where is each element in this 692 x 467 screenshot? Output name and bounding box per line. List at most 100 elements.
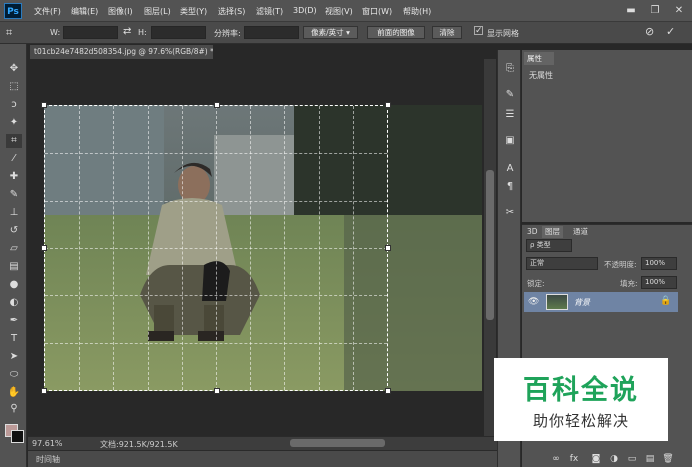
menu-edit[interactable]: 编辑(E) (71, 6, 98, 17)
crop-handle-bottom[interactable] (214, 388, 220, 394)
marquee-tool-icon[interactable]: ⬚ (6, 80, 22, 94)
properties-tab[interactable]: 属性 (524, 52, 554, 65)
eyedropper-icon[interactable]: ⁄ (6, 152, 22, 166)
status-bar: 97.61% 文档:921.5K/921.5K (28, 436, 497, 450)
vertical-scroll-thumb[interactable] (486, 170, 494, 320)
crop-handle-top-left[interactable] (41, 102, 47, 108)
crop-handle-bottom-left[interactable] (41, 388, 47, 394)
front-image-button[interactable]: 前面的图像 (367, 26, 425, 39)
menu-image[interactable]: 图像(I) (108, 6, 133, 17)
menu-filter[interactable]: 滤镜(T) (256, 6, 283, 17)
crop-handle-top[interactable] (214, 102, 220, 108)
menu-layer[interactable]: 图层(L) (144, 6, 171, 17)
width-input[interactable] (63, 26, 118, 39)
zoom-level[interactable]: 97.61% (32, 439, 63, 448)
crop-handle-right[interactable] (385, 245, 391, 251)
tab-channels[interactable]: 通道 (570, 226, 591, 238)
fill-input[interactable]: 100% (641, 276, 677, 289)
opacity-input[interactable]: 100% (641, 257, 677, 270)
blur-tool-icon[interactable]: ● (6, 278, 22, 292)
height-input[interactable] (151, 26, 206, 39)
tab-layers[interactable]: 图层 (542, 226, 563, 238)
history-brush-icon[interactable]: ↺ (6, 224, 22, 238)
layer-name[interactable]: 背景 (574, 297, 590, 308)
zoom-tool-icon[interactable]: ⚲ (6, 402, 22, 416)
opacity-label: 不透明度: (604, 260, 637, 269)
brush-panel-icon[interactable]: ✎ (503, 88, 517, 102)
menu-help[interactable]: 帮助(H) (403, 6, 431, 17)
link-layers-icon[interactable]: ∞ (550, 454, 562, 465)
shape-tool-icon[interactable]: ⬭ (6, 368, 22, 382)
visibility-eye-icon[interactable]: 👁 (528, 297, 539, 307)
show-grid-checkbox[interactable]: ✓ (474, 26, 483, 36)
document-title: t01cb24e7482d508354.jpg @ 97.6%(RGB/8#) … (34, 47, 213, 56)
cancel-icon[interactable]: ⊘ (645, 25, 654, 38)
menu-window[interactable]: 窗口(W) (362, 6, 392, 17)
layer-thumbnail (546, 294, 568, 310)
crop-handle-top-right[interactable] (385, 102, 391, 108)
healing-brush-icon[interactable]: ✚ (6, 170, 22, 184)
close-window-icon[interactable]: ✕ (670, 4, 688, 18)
delete-layer-icon[interactable]: 🗑 (662, 454, 674, 465)
toolbox: ✥ ⬚ ↄ ✦ ⌗ ⁄ ✚ ✎ ⊥ ↺ ▱ ▤ ● ◐ ✒ T ➤ ⬭ ✋ ⚲ (0, 44, 27, 467)
magic-wand-icon[interactable]: ✦ (6, 116, 22, 130)
swap-icon[interactable]: ⇄ (123, 26, 131, 37)
lasso-tool-icon[interactable]: ↄ (6, 98, 22, 112)
move-tool-icon[interactable]: ✥ (6, 62, 22, 76)
show-grid-label: 显示网格 (487, 29, 519, 38)
history-panel-icon[interactable]: ⎘ (503, 62, 517, 76)
new-group-icon[interactable]: ▭ (626, 454, 638, 465)
watermark-subtitle: 助你轻松解决 (532, 412, 629, 430)
tab-3d[interactable]: 3D (524, 226, 541, 238)
menu-bar: Ps 文件(F) 编辑(E) 图像(I) 图层(L) 类型(Y) 选择(S) 滤… (0, 0, 692, 22)
pen-tool-icon[interactable]: ✒ (6, 314, 22, 328)
tool-presets-icon[interactable]: ✂ (503, 206, 517, 220)
menu-file[interactable]: 文件(F) (34, 6, 61, 17)
document-tab[interactable]: t01cb24e7482d508354.jpg @ 97.6%(RGB/8#) … (30, 45, 213, 59)
brush-tool-icon[interactable]: ✎ (6, 188, 22, 202)
menu-3d[interactable]: 3D(D) (293, 6, 317, 15)
type-tool-icon[interactable]: T (6, 332, 22, 346)
menu-select[interactable]: 选择(S) (218, 6, 245, 17)
new-layer-icon[interactable]: ▤ (644, 454, 656, 465)
gradient-tool-icon[interactable]: ▤ (6, 260, 22, 274)
background-color-swatch[interactable] (11, 430, 24, 443)
timeline-tab[interactable]: 时间轴 (36, 454, 60, 465)
menu-view[interactable]: 视图(V) (325, 6, 353, 17)
crop-handle-bottom-right[interactable] (385, 388, 391, 394)
layer-style-icon[interactable]: fx (568, 454, 580, 465)
layer-lock-icon: 🔒 (660, 296, 672, 306)
crop-handle-left[interactable] (41, 245, 47, 251)
hand-tool-icon[interactable]: ✋ (6, 386, 22, 400)
lock-label: 锁定: (527, 279, 545, 288)
document-size-info[interactable]: 文档:921.5K/921.5K (100, 439, 178, 450)
blend-mode-select[interactable]: 正常 (526, 257, 598, 270)
menu-type[interactable]: 类型(Y) (180, 6, 207, 17)
character-panel-icon[interactable]: A (503, 162, 517, 176)
watermark-title: 百科全说 (523, 375, 639, 406)
layer-kind-filter[interactable]: ρ 类型 (526, 239, 572, 252)
options-bar: ⌗ W: ⇄ H: 分辨率: 像素/英寸 ▾ 前面的图像 清除 ✓ 显示网格 ⊘… (0, 22, 692, 44)
restore-icon[interactable]: ❐ (646, 4, 664, 18)
stamp-tool-icon[interactable]: ⊥ (6, 206, 22, 220)
adjustment-layer-icon[interactable]: ◑ (608, 454, 620, 465)
minimize-icon[interactable]: ▬ (622, 4, 640, 18)
adjustments-panel-icon[interactable]: ☰ (503, 108, 517, 122)
clone-source-icon[interactable]: ▣ (503, 134, 517, 148)
crop-tool-icon[interactable]: ⌗ (6, 134, 22, 148)
width-label: W: (50, 28, 61, 37)
add-mask-icon[interactable]: ◙ (590, 454, 602, 465)
resolution-input[interactable] (244, 26, 299, 39)
commit-icon[interactable]: ✓ (666, 25, 675, 38)
horizontal-scroll-thumb[interactable] (290, 439, 385, 447)
path-select-icon[interactable]: ➤ (6, 350, 22, 364)
clear-button[interactable]: 清除 (432, 26, 462, 39)
height-label: H: (138, 28, 147, 37)
dodge-tool-icon[interactable]: ◐ (6, 296, 22, 310)
crop-tool-preset-icon[interactable]: ⌗ (6, 26, 12, 40)
paragraph-panel-icon[interactable]: ¶ (503, 180, 517, 194)
crop-box[interactable] (41, 102, 391, 394)
photoshop-logo: Ps (4, 3, 22, 19)
unit-select[interactable]: 像素/英寸 ▾ (303, 26, 358, 39)
eraser-tool-icon[interactable]: ▱ (6, 242, 22, 256)
